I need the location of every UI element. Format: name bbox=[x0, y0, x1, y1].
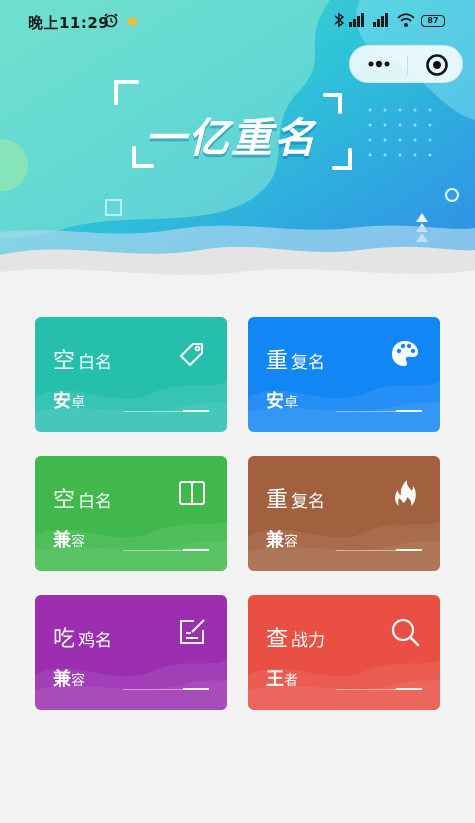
card-subtitle: 安卓 bbox=[53, 391, 85, 412]
card-title: 吃鸡名 bbox=[53, 627, 113, 652]
card-track-thumb bbox=[183, 410, 209, 412]
card-subtitle: 兼容 bbox=[53, 669, 85, 690]
banner-title: 一亿重名 bbox=[145, 114, 317, 162]
card-title: 查战力 bbox=[266, 627, 326, 652]
tag-icon bbox=[177, 339, 207, 369]
card-title: 重复名 bbox=[266, 488, 326, 513]
card-track-thumb bbox=[183, 549, 209, 551]
card-track-thumb bbox=[396, 688, 422, 690]
capsule-divider bbox=[407, 56, 408, 74]
palette-icon bbox=[390, 339, 420, 369]
search-icon bbox=[390, 617, 420, 647]
miniprogram-capsule bbox=[349, 45, 463, 83]
status-time: 晚上11:29 bbox=[28, 14, 110, 32]
card-blank-name-compatible[interactable]: 空白名 兼容 bbox=[35, 456, 227, 571]
card-power-check-kings[interactable]: 查战力 王者 bbox=[248, 595, 440, 710]
card-subtitle: 安卓 bbox=[266, 391, 298, 412]
edit-icon bbox=[177, 617, 207, 647]
flame-icon bbox=[390, 478, 420, 508]
card-title: 重复名 bbox=[266, 349, 326, 374]
battery-indicator: 87 bbox=[421, 15, 445, 27]
card-duplicate-name-android[interactable]: 重复名 安卓 bbox=[248, 317, 440, 432]
card-track-thumb bbox=[396, 549, 422, 551]
card-track-thumb bbox=[396, 410, 422, 412]
card-subtitle: 兼容 bbox=[53, 530, 85, 551]
card-title: 空白名 bbox=[53, 488, 113, 513]
card-title: 空白名 bbox=[53, 349, 113, 374]
card-subtitle: 兼容 bbox=[266, 530, 298, 551]
status-bar: 晚上11:29 87 bbox=[0, 0, 475, 42]
card-track-thumb bbox=[183, 688, 209, 690]
target-close-icon[interactable] bbox=[425, 53, 449, 77]
card-pubg-name-compatible[interactable]: 吃鸡名 兼容 bbox=[35, 595, 227, 710]
book-icon bbox=[177, 478, 207, 508]
card-blank-name-android[interactable]: 空白名 安卓 bbox=[35, 317, 227, 432]
more-dots-icon[interactable] bbox=[366, 56, 392, 72]
header-banner: 晚上11:29 87 一亿重名 bbox=[0, 0, 475, 300]
card-subtitle: 王者 bbox=[266, 669, 298, 690]
card-duplicate-name-compatible[interactable]: 重复名 兼容 bbox=[248, 456, 440, 571]
